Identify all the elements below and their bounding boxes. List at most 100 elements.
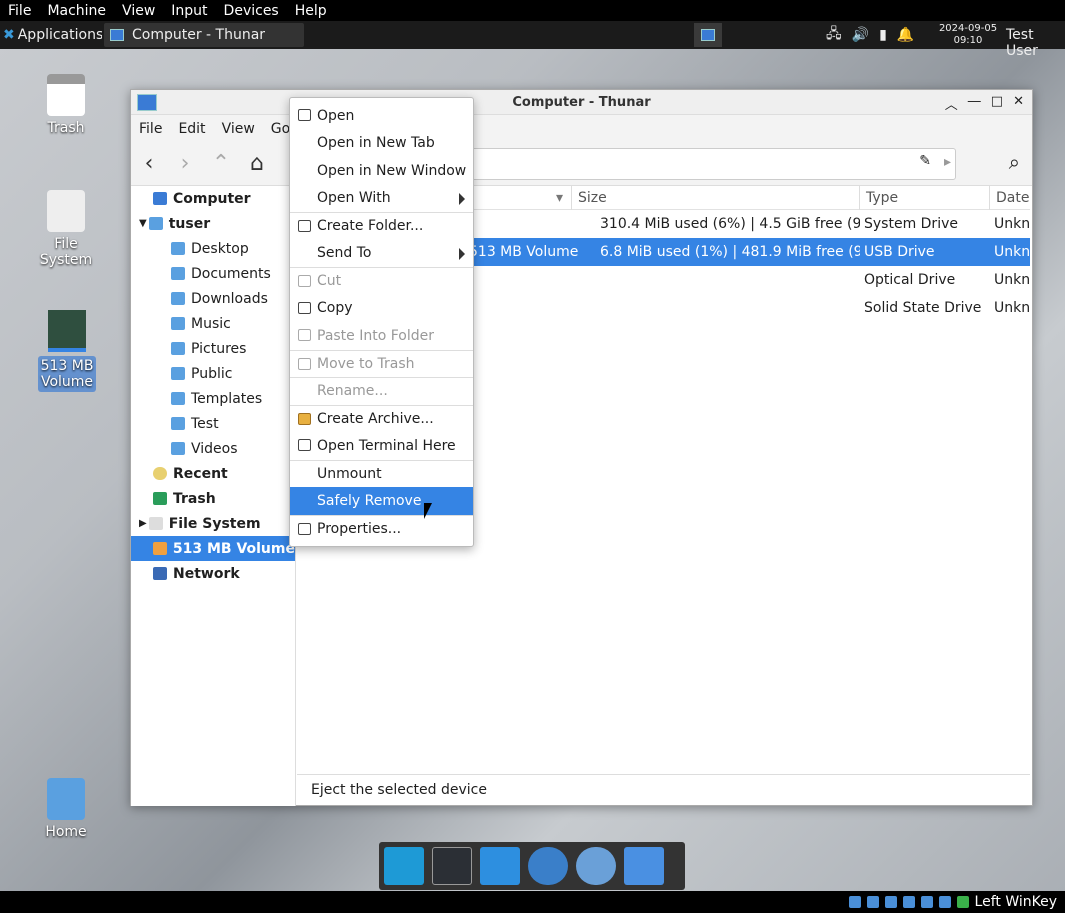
recording-icon[interactable] (956, 896, 969, 908)
menu-item-open-tab[interactable]: Open in New Tab (290, 130, 473, 158)
titlebar[interactable]: Computer - Thunar ︿ ― □ ✕ (131, 90, 1032, 115)
sidebar-item-desktop[interactable]: Desktop (131, 236, 295, 261)
sidebar-item-trash[interactable]: Trash (131, 486, 295, 511)
back-icon[interactable]: ‹ (131, 151, 167, 176)
taskbar-thunar[interactable]: Computer - Thunar (104, 23, 304, 47)
menu-item-copy[interactable]: Copy (290, 295, 473, 323)
menu-item-cut[interactable]: Cut (290, 267, 473, 295)
sidebar-item-recent[interactable]: Recent (131, 461, 295, 486)
sort-down-icon: ▾ (555, 189, 563, 206)
menu-item-create-archive[interactable]: Create Archive... (290, 404, 473, 433)
vm-menu-view[interactable]: View (114, 3, 163, 19)
network-icon[interactable]: 🖧 (826, 23, 842, 47)
forward-icon[interactable]: › (167, 151, 203, 176)
toolbar: ‹ › ⌃ ⌂ ✎ ▸ ⌕ (131, 142, 1032, 186)
maximize-icon[interactable]: □ (991, 94, 1003, 113)
usb-icon[interactable] (884, 896, 897, 908)
sidebar-item-videos[interactable]: Videos (131, 436, 295, 461)
menu-label: Create Folder... (317, 218, 424, 235)
menu-item-create-folder[interactable]: Create Folder... (290, 212, 473, 240)
mouse-cursor-icon (424, 503, 432, 519)
menu-view[interactable]: View (214, 121, 263, 137)
clock[interactable]: 2024-09-05 09:10 (936, 23, 1000, 47)
menu-label: Safely Remove (317, 492, 422, 509)
menu-label: Copy (317, 300, 353, 317)
menu-item-open-with[interactable]: Open With (290, 185, 473, 213)
shade-icon[interactable]: ︿ (945, 94, 958, 113)
vm-menu-machine[interactable]: Machine (39, 3, 114, 19)
desktop-trash[interactable]: Trash (31, 74, 101, 136)
folder-icon (171, 442, 185, 455)
home-icon[interactable]: ⌂ (239, 151, 275, 176)
user-menu[interactable]: Test User (1006, 27, 1065, 59)
menu-label: Open in New Window (317, 162, 467, 179)
menu-item-move-to-trash[interactable]: Move to Trash (290, 349, 473, 378)
sidebar-item-downloads[interactable]: Downloads (131, 286, 295, 311)
network-icon[interactable] (902, 896, 915, 908)
menu-file[interactable]: File (131, 121, 170, 137)
sidebar-item-music[interactable]: Music (131, 311, 295, 336)
menu-item-safely-remove[interactable]: Safely Remove (290, 487, 473, 515)
show-desktop-icon[interactable] (384, 847, 424, 885)
optical-icon[interactable] (866, 896, 879, 908)
close-icon[interactable]: ✕ (1013, 94, 1024, 113)
workspace-switcher[interactable] (694, 23, 722, 47)
sidebar-item-templates[interactable]: Templates (131, 386, 295, 411)
vm-menu-help[interactable]: Help (287, 3, 335, 19)
harddisk-icon (47, 190, 85, 232)
sidebar-item-documents[interactable]: Documents (131, 261, 295, 286)
up-icon[interactable]: ⌃ (203, 151, 239, 176)
menu-edit[interactable]: Edit (170, 121, 213, 137)
file-manager-icon[interactable] (480, 847, 520, 885)
sidebar-item-tuser[interactable]: ▼ tuser (131, 211, 295, 236)
minimize-icon[interactable]: ― (968, 94, 981, 113)
sidebar-item-network[interactable]: Network (131, 561, 295, 586)
notification-icon[interactable]: 🔔 (897, 27, 914, 43)
app-finder-icon[interactable] (576, 847, 616, 885)
sidebar-label: Pictures (191, 340, 247, 357)
sidebar-item-computer[interactable]: Computer (131, 186, 295, 211)
location-arrow-icon[interactable]: ▸ (944, 154, 951, 170)
desktop-home[interactable]: Home (31, 778, 101, 840)
menu-item-unmount[interactable]: Unmount (290, 459, 473, 488)
display-icon[interactable] (938, 896, 951, 908)
volume-icon[interactable]: 🔊 (852, 27, 869, 43)
sidebar-item-pictures[interactable]: Pictures (131, 336, 295, 361)
expander-right-icon[interactable]: ▶ (139, 518, 147, 529)
expander-down-icon[interactable]: ▼ (139, 218, 147, 229)
sidebar-item-test[interactable]: Test (131, 411, 295, 436)
folder-icon (171, 392, 185, 405)
web-browser-icon[interactable] (528, 847, 568, 885)
edit-location-icon[interactable]: ✎ (919, 153, 931, 169)
menu-item-open[interactable]: Open (290, 102, 473, 130)
trash-icon (153, 492, 167, 505)
column-date[interactable]: Date (990, 186, 1030, 210)
menu-item-send-to[interactable]: Send To (290, 240, 473, 268)
applications-menu[interactable]: ✖ Applications (0, 27, 102, 43)
vm-menu-input[interactable]: Input (163, 3, 215, 19)
sidebar-item-filesystem[interactable]: ▶ File System (131, 511, 295, 536)
applications-label: Applications (17, 27, 102, 43)
menu-item-open-window[interactable]: Open in New Window (290, 157, 473, 185)
sidebar-item-513mb-volume[interactable]: 513 MB Volume (131, 536, 295, 561)
row-date: Unknown (994, 216, 1030, 232)
terminal-icon[interactable] (432, 847, 472, 885)
menu-item-rename[interactable]: Rename... (290, 377, 473, 405)
menu-label: Rename... (317, 383, 388, 400)
battery-icon[interactable]: ▮ (879, 27, 887, 43)
menu-item-open-terminal[interactable]: Open Terminal Here (290, 432, 473, 460)
search-icon[interactable]: ⌕ (1009, 150, 1020, 174)
menu-item-properties[interactable]: Properties... (290, 514, 473, 543)
sidebar-label: Downloads (191, 290, 268, 307)
vm-menu-devices[interactable]: Devices (216, 3, 287, 19)
vm-menu-file[interactable]: File (0, 3, 39, 19)
menu-item-paste[interactable]: Paste Into Folder (290, 322, 473, 350)
column-type[interactable]: Type (860, 185, 990, 210)
column-size[interactable]: Size (572, 185, 860, 210)
storage-icon[interactable] (848, 896, 861, 908)
desktop-volume[interactable]: 513 MB Volume (38, 310, 96, 392)
desktop-filesystem[interactable]: File System (31, 190, 101, 268)
shared-folder-icon[interactable] (920, 896, 933, 908)
sidebar-item-public[interactable]: Public (131, 361, 295, 386)
home-folder-icon[interactable] (624, 847, 664, 885)
